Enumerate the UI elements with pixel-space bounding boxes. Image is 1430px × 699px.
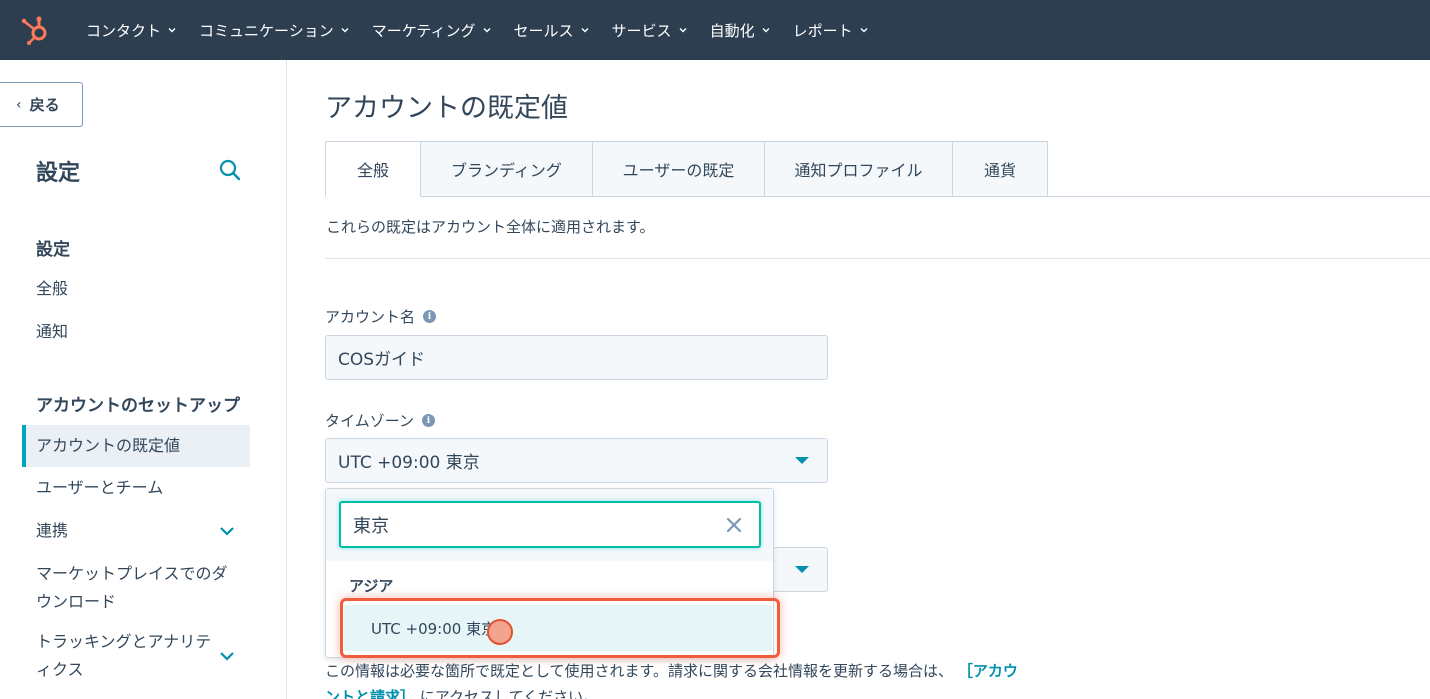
search-icon[interactable]: [218, 158, 242, 182]
tab-notification-profile[interactable]: 通知プロファイル: [765, 141, 953, 197]
back-button[interactable]: ‹ 戻る: [0, 82, 83, 127]
sidebar-item-label-line2: ウンロード: [36, 592, 117, 611]
sidebar-item-notifications[interactable]: 通知: [36, 318, 68, 346]
nav-item-label: マーケティング: [371, 21, 476, 40]
sidebar-item-users-teams[interactable]: ユーザーとチーム: [36, 474, 163, 502]
page-title: アカウントの既定値: [325, 93, 568, 124]
nav-item-label: レポート: [792, 21, 853, 40]
nav-item-label: 自動化: [709, 21, 755, 40]
chevron-down-icon: [679, 28, 687, 33]
timezone-search-value: 東京: [353, 515, 389, 537]
chevron-down-icon: [168, 28, 176, 33]
sidebar-item-label-line2: ィクス: [36, 660, 84, 679]
sidebar-item-account-defaults[interactable]: アカウントの既定値: [36, 432, 180, 460]
sidebar-item-label-line1: トラッキングとアナリテ: [36, 632, 212, 651]
tab-general[interactable]: 全般: [325, 141, 421, 197]
tabs-divider: [1047, 196, 1430, 197]
timezone-label: タイムゾーン i: [325, 410, 435, 431]
account-name-label: アカウント名 i: [325, 306, 437, 327]
timezone-label-text: タイムゾーン: [325, 412, 414, 430]
info-icon[interactable]: i: [421, 414, 435, 427]
tab-user-defaults[interactable]: ユーザーの既定: [593, 141, 765, 197]
chevron-down-icon[interactable]: [218, 522, 236, 540]
sidebar-title: 設定: [36, 161, 81, 186]
close-icon[interactable]: [725, 516, 743, 534]
account-billing-link-cont[interactable]: ントと請求］: [325, 688, 415, 699]
caret-down-icon: [795, 566, 809, 573]
footer-description: この情報は必要な箇所で既定として使用されます。請求に関する会社情報を更新する場合…: [325, 660, 1018, 681]
timezone-option-tokyo[interactable]: UTC +09:00 東京: [344, 605, 772, 651]
settings-sidebar: ‹ 戻る 設定 設定 全般 通知 アカウントのセットアップ アカウントの既定値 …: [0, 60, 287, 699]
hubspot-logo-icon[interactable]: [20, 14, 52, 46]
nav-item-label: サービス: [611, 21, 672, 40]
info-icon[interactable]: i: [423, 310, 437, 323]
top-navigation: コンタクト コミュニケーション マーケティング セールス サービス 自動化 レポ…: [0, 0, 1430, 60]
nav-item-sales[interactable]: セールス: [514, 20, 590, 41]
chevron-left-icon: ‹: [16, 96, 22, 113]
footer-text-end: にアクセスしてください。: [419, 688, 599, 699]
account-billing-link[interactable]: ［アカウ: [958, 662, 1018, 680]
nav-item-contacts[interactable]: コンタクト: [86, 20, 177, 41]
nav-item-label: コミュニケーション: [199, 21, 334, 40]
timezone-search-input[interactable]: 東京: [339, 501, 761, 548]
nav-item-service[interactable]: サービス: [612, 20, 688, 41]
chevron-down-icon: [341, 28, 349, 33]
chevron-down-icon: [483, 28, 491, 33]
dropdown-search-area: 東京: [326, 489, 773, 561]
footer-description-line2: ントと請求］ にアクセスしてください。: [325, 686, 598, 699]
nav-item-conversations[interactable]: コミュニケーション: [199, 20, 350, 41]
chevron-down-icon: [762, 28, 770, 33]
sidebar-item-label-line1: マーケットプレイスでのダ: [36, 564, 228, 583]
timezone-select-value: UTC +09:00 東京: [338, 453, 480, 473]
dropdown-group-heading: アジア: [349, 577, 394, 595]
sidebar-item-integrations[interactable]: 連携: [36, 517, 68, 545]
account-name-input[interactable]: COSガイド: [325, 335, 828, 380]
sidebar-section-heading: 設定: [36, 240, 70, 260]
timezone-dropdown: 東京 アジア UTC +09:00 東京: [325, 488, 774, 658]
account-name-label-text: アカウント名: [325, 308, 416, 326]
sidebar-item-tracking-analytics[interactable]: トラッキングとアナリテ ィクス: [36, 628, 211, 684]
chevron-down-icon: [581, 28, 589, 33]
chevron-down-icon: [860, 28, 868, 33]
chevron-down-icon[interactable]: [218, 647, 236, 665]
timezone-select[interactable]: UTC +09:00 東京: [325, 438, 828, 483]
footer-text: この情報は必要な箇所で既定として使用されます。請求に関する会社情報を更新する場合…: [325, 662, 954, 680]
nav-item-marketing[interactable]: マーケティング: [372, 20, 492, 41]
tab-branding[interactable]: ブランディング: [421, 141, 593, 197]
nav-item-reports[interactable]: レポート: [793, 20, 869, 41]
caret-down-icon: [795, 457, 809, 464]
section-divider: [325, 258, 1430, 259]
sidebar-item-general[interactable]: 全般: [36, 275, 68, 303]
sidebar-item-marketplace-downloads[interactable]: マーケットプレイスでのダ ウンロード: [36, 560, 228, 616]
nav-item-label: コンタクト: [86, 21, 162, 40]
back-button-label: 戻る: [29, 96, 60, 114]
intro-text: これらの既定はアカウント全体に適用されます。: [326, 218, 655, 236]
nav-menu: コンタクト コミュニケーション マーケティング セールス サービス 自動化 レポ…: [86, 0, 891, 60]
sidebar-section-heading: アカウントのセットアップ: [36, 396, 240, 416]
nav-item-automation[interactable]: 自動化: [710, 20, 771, 41]
settings-tabs: 全般 ブランディング ユーザーの既定 通知プロファイル 通貨: [325, 141, 1048, 197]
tab-currency[interactable]: 通貨: [953, 141, 1048, 197]
nav-item-label: セールス: [513, 21, 574, 40]
